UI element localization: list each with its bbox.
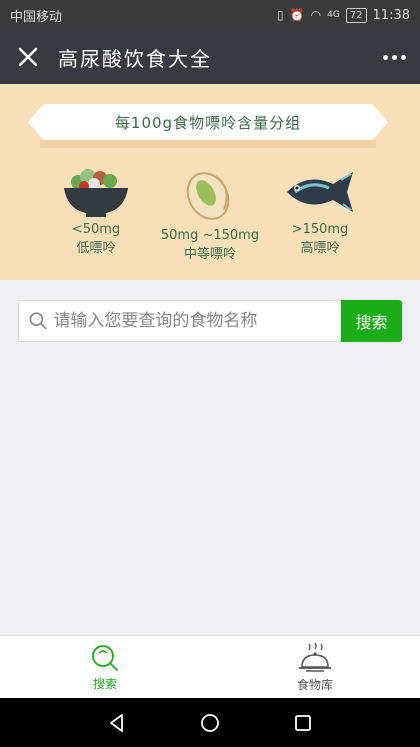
medium-level-label: 中等嘌呤 — [183, 247, 236, 262]
clock: 11:38 — [372, 7, 410, 23]
home-icon[interactable] — [200, 713, 220, 733]
more-dot-icon — [383, 54, 388, 60]
more-options-button[interactable] — [383, 30, 406, 84]
title-bar: 高尿酸饮食大全 — [0, 30, 420, 84]
pistachio-icon — [186, 172, 230, 220]
search-button[interactable]: 搜索 — [341, 300, 402, 342]
carrier-label: 中国移动 — [10, 9, 63, 25]
tab-food-library[interactable]: 食物库 — [210, 636, 420, 698]
ribbon-shadow — [40, 140, 376, 148]
low-range-label: <50mg — [71, 222, 121, 237]
food-cloche-icon — [299, 642, 331, 672]
medium-purine-group: 50mg ~150mg 中等嘌呤 — [150, 166, 270, 262]
medium-range-label: 50mg ~150mg — [160, 228, 260, 243]
low-level-label: 低嘌呤 — [76, 241, 116, 256]
recents-icon[interactable] — [293, 713, 313, 733]
salad-bowl-icon — [64, 169, 128, 217]
high-level-label: 高嘌呤 — [300, 241, 340, 256]
vibrate-icon: ▯ — [277, 8, 284, 22]
search-icon — [29, 312, 47, 330]
high-range-label: >150mg — [291, 222, 349, 237]
search-input[interactable] — [53, 311, 341, 331]
page-title: 高尿酸饮食大全 — [58, 46, 212, 71]
wifi-icon: ◠ — [310, 8, 322, 22]
purine-banner[interactable]: 每100g食物嘌呤含量分组 <50mg 低嘌呤 50mg ~150mg 中等嘌呤 — [0, 84, 420, 280]
high-purine-group: >150mg 高嘌呤 — [260, 166, 380, 256]
back-icon[interactable] — [107, 713, 127, 733]
tab-food-library-label: 食物库 — [296, 677, 333, 692]
more-dot-icon — [392, 54, 397, 60]
low-purine-group: <50mg 低嘌呤 — [36, 166, 156, 256]
banner-heading: 每100g食物嘌呤含量分组 — [114, 113, 302, 132]
fish-icon — [287, 172, 353, 212]
system-nav-bar — [0, 698, 420, 747]
search-box[interactable] — [18, 300, 341, 342]
battery-indicator: 72 — [345, 7, 367, 23]
tab-search-label: 搜索 — [92, 676, 117, 691]
bottom-tab-bar: 搜索 食物库 — [0, 635, 420, 698]
search-icon — [92, 644, 118, 671]
banner-ribbon: 每100g食物嘌呤含量分组 — [28, 104, 388, 140]
network-label: 4G — [327, 10, 340, 20]
search-bar: 搜索 — [18, 300, 402, 342]
close-button[interactable] — [0, 30, 56, 84]
status-bar: 中国移动 ▯ ⏰ ◠ 4G 72 11:38 — [0, 0, 420, 30]
more-dot-icon — [401, 54, 406, 60]
tab-search[interactable]: 搜索 — [0, 636, 210, 698]
close-icon — [18, 47, 38, 67]
status-icons: ▯ ⏰ ◠ 4G 72 11:38 — [277, 7, 410, 23]
alarm-icon: ⏰ — [289, 8, 305, 22]
